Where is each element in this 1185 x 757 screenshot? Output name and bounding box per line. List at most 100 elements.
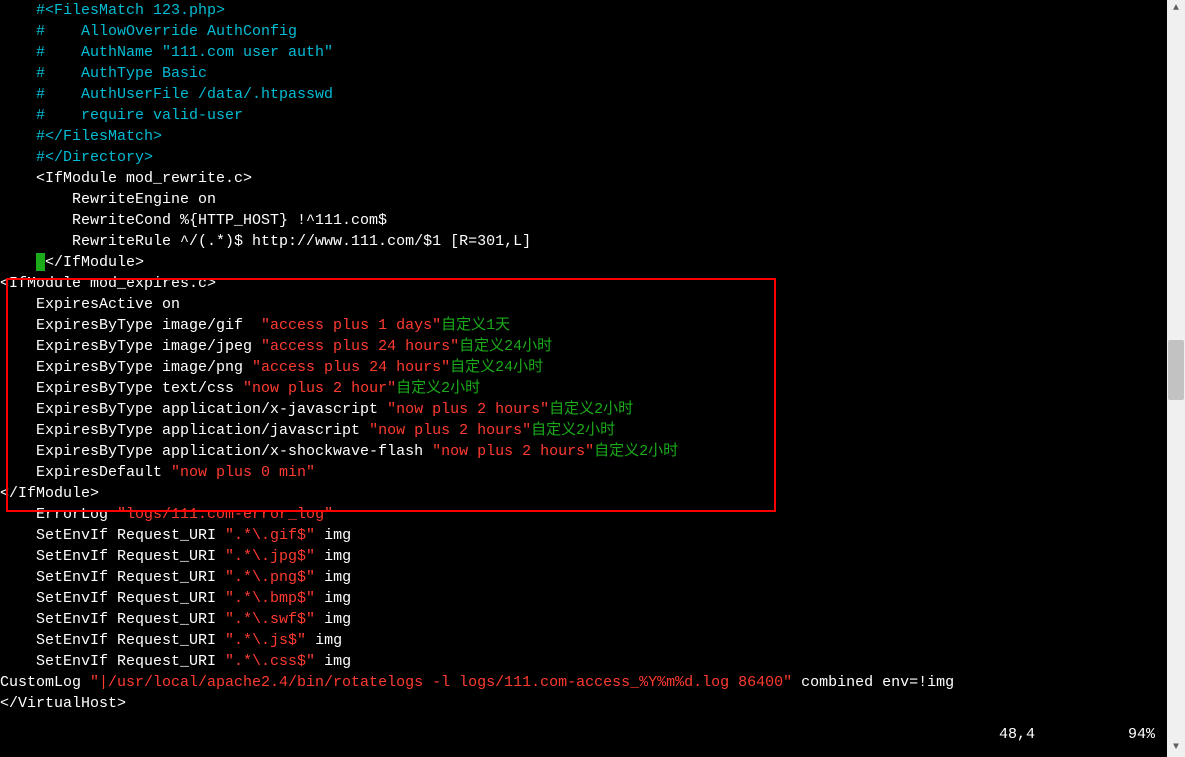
text-cursor <box>36 253 45 271</box>
code-token: "logs/111.com-error_log" <box>117 506 333 523</box>
code-token: RewriteRule ^/(.*)$ http://www.111.com/$… <box>0 233 531 250</box>
code-token: img <box>315 653 351 670</box>
code-line: ErrorLog "logs/111.com-error_log" <box>0 504 1167 525</box>
code-token: "now plus 2 hour" <box>243 380 396 397</box>
code-line: RewriteEngine on <box>0 189 1167 210</box>
code-token: img <box>315 611 351 628</box>
code-token: #</Directory> <box>0 149 153 166</box>
code-token: # require valid-user <box>0 107 243 124</box>
code-line: ExpiresByType image/png "access plus 24 … <box>0 357 1167 378</box>
code-line: SetEnvIf Request_URI ".*\.swf$" img <box>0 609 1167 630</box>
code-token: img <box>315 590 351 607</box>
code-line: SetEnvIf Request_URI ".*\.gif$" img <box>0 525 1167 546</box>
code-line: SetEnvIf Request_URI ".*\.png$" img <box>0 567 1167 588</box>
code-token: "now plus 2 hours" <box>387 401 549 418</box>
code-token: img <box>315 548 351 565</box>
code-token: 自定义2小时 <box>549 401 633 418</box>
code-line: #</Directory> <box>0 147 1167 168</box>
code-token: ".*\.jpg$" <box>225 548 315 565</box>
code-token: "access plus 24 hours" <box>261 338 459 355</box>
code-token: ExpiresActive on <box>0 296 180 313</box>
code-token: </VirtualHost> <box>0 695 126 712</box>
code-line: SetEnvIf Request_URI ".*\.jpg$" img <box>0 546 1167 567</box>
code-token: 自定义2小时 <box>396 380 480 397</box>
code-token: SetEnvIf Request_URI <box>0 653 225 670</box>
code-token: ".*\.bmp$" <box>225 590 315 607</box>
code-token: 自定义2小时 <box>531 422 615 439</box>
code-token: # AuthType Basic <box>0 65 207 82</box>
editor-viewport[interactable]: #<FilesMatch 123.php> # AllowOverride Au… <box>0 0 1167 757</box>
code-token: ExpiresByType text/css <box>0 380 243 397</box>
code-token: 自定义1天 <box>441 317 510 334</box>
code-token: <IfModule mod_expires.c> <box>0 275 216 292</box>
code-line: # AllowOverride AuthConfig <box>0 21 1167 42</box>
code-token: "now plus 0 min" <box>171 464 315 481</box>
code-line: </IfModule> <box>0 483 1167 504</box>
code-line: ExpiresActive on <box>0 294 1167 315</box>
code-line: <IfModule mod_rewrite.c> <box>0 168 1167 189</box>
code-token: 自定义24小时 <box>450 359 543 376</box>
code-token: SetEnvIf Request_URI <box>0 611 225 628</box>
code-line: RewriteCond %{HTTP_HOST} !^111.com$ <box>0 210 1167 231</box>
code-line: <IfModule mod_expires.c> <box>0 273 1167 294</box>
editor-status-bar: 48,4 94% <box>999 724 1155 745</box>
code-token: ExpiresByType image/jpeg <box>0 338 261 355</box>
code-token: SetEnvIf Request_URI <box>0 548 225 565</box>
code-token: ".*\.gif$" <box>225 527 315 544</box>
code-token: ExpiresByType application/x-javascript <box>0 401 387 418</box>
code-token: <IfModule mod_rewrite.c> <box>0 170 252 187</box>
code-token: "now plus 2 hours" <box>432 443 594 460</box>
code-token: ".*\.png$" <box>225 569 315 586</box>
code-token: ExpiresByType image/png <box>0 359 252 376</box>
code-line: #</FilesMatch> <box>0 126 1167 147</box>
code-token: SetEnvIf Request_URI <box>0 632 225 649</box>
scroll-up-button[interactable]: ▲ <box>1167 0 1185 18</box>
scroll-percent: 94% <box>1128 726 1155 743</box>
vertical-scrollbar[interactable]: ▲ ▼ <box>1167 0 1185 757</box>
code-token: # AuthUserFile /data/.htpasswd <box>0 86 333 103</box>
code-line: </VirtualHost> <box>0 693 1167 714</box>
scroll-down-button[interactable]: ▼ <box>1167 739 1185 757</box>
code-line: # AuthType Basic <box>0 63 1167 84</box>
code-token: img <box>315 569 351 586</box>
code-token: SetEnvIf Request_URI <box>0 527 225 544</box>
code-token: SetEnvIf Request_URI <box>0 590 225 607</box>
code-line: ExpiresByType application/x-shockwave-fl… <box>0 441 1167 462</box>
code-token: "|/usr/local/apache2.4/bin/rotatelogs -l… <box>90 674 792 691</box>
code-token: 自定义24小时 <box>459 338 552 355</box>
code-token: SetEnvIf Request_URI <box>0 569 225 586</box>
code-token: img <box>306 632 342 649</box>
code-token: "access plus 24 hours" <box>252 359 450 376</box>
code-token: "now plus 2 hours" <box>369 422 531 439</box>
code-line: ExpiresByType image/jpeg "access plus 24… <box>0 336 1167 357</box>
code-token: </IfModule> <box>0 485 99 502</box>
code-token: # AllowOverride AuthConfig <box>0 23 297 40</box>
code-line: ExpiresDefault "now plus 0 min" <box>0 462 1167 483</box>
code-token: #</FilesMatch> <box>0 128 162 145</box>
code-line: ExpiresByType application/x-javascript "… <box>0 399 1167 420</box>
code-line: RewriteRule ^/(.*)$ http://www.111.com/$… <box>0 231 1167 252</box>
code-line: CustomLog "|/usr/local/apache2.4/bin/rot… <box>0 672 1167 693</box>
code-line: SetEnvIf Request_URI ".*\.css$" img <box>0 651 1167 672</box>
code-token: #<FilesMatch 123.php> <box>0 2 225 19</box>
scroll-thumb[interactable] <box>1168 340 1184 400</box>
code-token: RewriteEngine on <box>0 191 216 208</box>
code-token: ExpiresByType image/gif <box>0 317 261 334</box>
code-token: ".*\.swf$" <box>225 611 315 628</box>
cursor-position: 48,4 <box>999 724 1119 745</box>
code-token: ".*\.js$" <box>225 632 306 649</box>
code-token: ".*\.css$" <box>225 653 315 670</box>
code-token: "access plus 1 days" <box>261 317 441 334</box>
code-line: ExpiresByType image/gif "access plus 1 d… <box>0 315 1167 336</box>
code-line: # AuthName "111.com user auth" <box>0 42 1167 63</box>
code-token: RewriteCond %{HTTP_HOST} !^111.com$ <box>0 212 387 229</box>
code-line: ExpiresByType text/css "now plus 2 hour"… <box>0 378 1167 399</box>
code-token: # AuthName "111.com user auth" <box>0 44 333 61</box>
code-token: ExpiresByType application/x-shockwave-fl… <box>0 443 432 460</box>
code-token: ErrorLog <box>0 506 117 523</box>
code-token: ExpiresByType application/javascript <box>0 422 369 439</box>
code-line: SetEnvIf Request_URI ".*\.js$" img <box>0 630 1167 651</box>
code-line: # require valid-user <box>0 105 1167 126</box>
code-line: # AuthUserFile /data/.htpasswd <box>0 84 1167 105</box>
code-line: </IfModule> <box>0 252 1167 273</box>
